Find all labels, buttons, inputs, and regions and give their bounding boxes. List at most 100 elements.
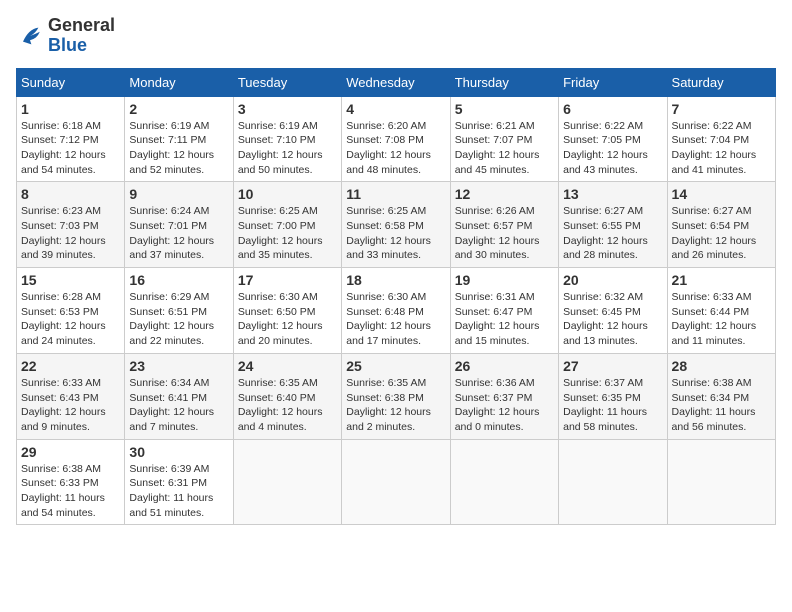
day-number: 13 xyxy=(563,186,662,202)
day-number: 22 xyxy=(21,358,120,374)
calendar-cell: 3 Sunrise: 6:19 AM Sunset: 7:10 PM Dayli… xyxy=(233,96,341,182)
day-info: Sunrise: 6:33 AM Sunset: 6:43 PM Dayligh… xyxy=(21,376,120,435)
calendar-cell: 23 Sunrise: 6:34 AM Sunset: 6:41 PM Dayl… xyxy=(125,353,233,439)
day-info: Sunrise: 6:33 AM Sunset: 6:44 PM Dayligh… xyxy=(672,290,771,349)
calendar-cell: 8 Sunrise: 6:23 AM Sunset: 7:03 PM Dayli… xyxy=(17,182,125,268)
day-info: Sunrise: 6:29 AM Sunset: 6:51 PM Dayligh… xyxy=(129,290,228,349)
calendar-cell xyxy=(667,439,775,525)
day-number: 20 xyxy=(563,272,662,288)
day-number: 26 xyxy=(455,358,554,374)
day-info: Sunrise: 6:34 AM Sunset: 6:41 PM Dayligh… xyxy=(129,376,228,435)
calendar-cell: 26 Sunrise: 6:36 AM Sunset: 6:37 PM Dayl… xyxy=(450,353,558,439)
day-info: Sunrise: 6:22 AM Sunset: 7:04 PM Dayligh… xyxy=(672,119,771,178)
day-info: Sunrise: 6:32 AM Sunset: 6:45 PM Dayligh… xyxy=(563,290,662,349)
calendar-cell: 1 Sunrise: 6:18 AM Sunset: 7:12 PM Dayli… xyxy=(17,96,125,182)
day-number: 2 xyxy=(129,101,228,117)
day-info: Sunrise: 6:38 AM Sunset: 6:34 PM Dayligh… xyxy=(672,376,771,435)
day-info: Sunrise: 6:18 AM Sunset: 7:12 PM Dayligh… xyxy=(21,119,120,178)
day-info: Sunrise: 6:30 AM Sunset: 6:50 PM Dayligh… xyxy=(238,290,337,349)
calendar-cell: 17 Sunrise: 6:30 AM Sunset: 6:50 PM Dayl… xyxy=(233,268,341,354)
calendar-cell: 27 Sunrise: 6:37 AM Sunset: 6:35 PM Dayl… xyxy=(559,353,667,439)
calendar-cell: 25 Sunrise: 6:35 AM Sunset: 6:38 PM Dayl… xyxy=(342,353,450,439)
day-info: Sunrise: 6:27 AM Sunset: 6:54 PM Dayligh… xyxy=(672,204,771,263)
day-info: Sunrise: 6:24 AM Sunset: 7:01 PM Dayligh… xyxy=(129,204,228,263)
calendar-cell: 16 Sunrise: 6:29 AM Sunset: 6:51 PM Dayl… xyxy=(125,268,233,354)
day-info: Sunrise: 6:35 AM Sunset: 6:40 PM Dayligh… xyxy=(238,376,337,435)
day-info: Sunrise: 6:26 AM Sunset: 6:57 PM Dayligh… xyxy=(455,204,554,263)
day-info: Sunrise: 6:38 AM Sunset: 6:33 PM Dayligh… xyxy=(21,462,120,521)
calendar-table: SundayMondayTuesdayWednesdayThursdayFrid… xyxy=(16,68,776,526)
day-number: 12 xyxy=(455,186,554,202)
day-number: 5 xyxy=(455,101,554,117)
calendar-cell: 24 Sunrise: 6:35 AM Sunset: 6:40 PM Dayl… xyxy=(233,353,341,439)
day-info: Sunrise: 6:25 AM Sunset: 6:58 PM Dayligh… xyxy=(346,204,445,263)
day-info: Sunrise: 6:21 AM Sunset: 7:07 PM Dayligh… xyxy=(455,119,554,178)
day-number: 29 xyxy=(21,444,120,460)
day-number: 18 xyxy=(346,272,445,288)
weekday-header-saturday: Saturday xyxy=(667,68,775,96)
weekday-header-wednesday: Wednesday xyxy=(342,68,450,96)
calendar-cell: 9 Sunrise: 6:24 AM Sunset: 7:01 PM Dayli… xyxy=(125,182,233,268)
calendar-cell: 2 Sunrise: 6:19 AM Sunset: 7:11 PM Dayli… xyxy=(125,96,233,182)
day-info: Sunrise: 6:19 AM Sunset: 7:10 PM Dayligh… xyxy=(238,119,337,178)
day-number: 9 xyxy=(129,186,228,202)
calendar-cell: 4 Sunrise: 6:20 AM Sunset: 7:08 PM Dayli… xyxy=(342,96,450,182)
weekday-header-tuesday: Tuesday xyxy=(233,68,341,96)
calendar-cell xyxy=(233,439,341,525)
calendar-cell: 15 Sunrise: 6:28 AM Sunset: 6:53 PM Dayl… xyxy=(17,268,125,354)
calendar-cell xyxy=(450,439,558,525)
calendar-cell: 10 Sunrise: 6:25 AM Sunset: 7:00 PM Dayl… xyxy=(233,182,341,268)
day-number: 15 xyxy=(21,272,120,288)
day-info: Sunrise: 6:31 AM Sunset: 6:47 PM Dayligh… xyxy=(455,290,554,349)
day-number: 3 xyxy=(238,101,337,117)
day-number: 1 xyxy=(21,101,120,117)
calendar-cell: 19 Sunrise: 6:31 AM Sunset: 6:47 PM Dayl… xyxy=(450,268,558,354)
day-number: 25 xyxy=(346,358,445,374)
day-number: 6 xyxy=(563,101,662,117)
day-number: 4 xyxy=(346,101,445,117)
day-number: 16 xyxy=(129,272,228,288)
calendar-cell: 22 Sunrise: 6:33 AM Sunset: 6:43 PM Dayl… xyxy=(17,353,125,439)
day-number: 10 xyxy=(238,186,337,202)
calendar-cell: 5 Sunrise: 6:21 AM Sunset: 7:07 PM Dayli… xyxy=(450,96,558,182)
page-header: General Blue xyxy=(16,16,776,56)
calendar-cell: 18 Sunrise: 6:30 AM Sunset: 6:48 PM Dayl… xyxy=(342,268,450,354)
calendar-cell: 28 Sunrise: 6:38 AM Sunset: 6:34 PM Dayl… xyxy=(667,353,775,439)
calendar-cell xyxy=(559,439,667,525)
calendar-cell: 30 Sunrise: 6:39 AM Sunset: 6:31 PM Dayl… xyxy=(125,439,233,525)
day-number: 19 xyxy=(455,272,554,288)
day-info: Sunrise: 6:19 AM Sunset: 7:11 PM Dayligh… xyxy=(129,119,228,178)
day-number: 30 xyxy=(129,444,228,460)
day-number: 21 xyxy=(672,272,771,288)
calendar-cell: 29 Sunrise: 6:38 AM Sunset: 6:33 PM Dayl… xyxy=(17,439,125,525)
weekday-header-sunday: Sunday xyxy=(17,68,125,96)
calendar-cell: 14 Sunrise: 6:27 AM Sunset: 6:54 PM Dayl… xyxy=(667,182,775,268)
weekday-header-friday: Friday xyxy=(559,68,667,96)
logo-text: General Blue xyxy=(48,16,115,56)
day-number: 7 xyxy=(672,101,771,117)
weekday-header-thursday: Thursday xyxy=(450,68,558,96)
day-number: 14 xyxy=(672,186,771,202)
calendar-cell: 6 Sunrise: 6:22 AM Sunset: 7:05 PM Dayli… xyxy=(559,96,667,182)
calendar-cell: 7 Sunrise: 6:22 AM Sunset: 7:04 PM Dayli… xyxy=(667,96,775,182)
day-info: Sunrise: 6:30 AM Sunset: 6:48 PM Dayligh… xyxy=(346,290,445,349)
day-number: 28 xyxy=(672,358,771,374)
day-number: 23 xyxy=(129,358,228,374)
calendar-cell xyxy=(342,439,450,525)
calendar-cell: 12 Sunrise: 6:26 AM Sunset: 6:57 PM Dayl… xyxy=(450,182,558,268)
calendar-cell: 11 Sunrise: 6:25 AM Sunset: 6:58 PM Dayl… xyxy=(342,182,450,268)
calendar-cell: 21 Sunrise: 6:33 AM Sunset: 6:44 PM Dayl… xyxy=(667,268,775,354)
day-info: Sunrise: 6:36 AM Sunset: 6:37 PM Dayligh… xyxy=(455,376,554,435)
day-number: 11 xyxy=(346,186,445,202)
day-number: 24 xyxy=(238,358,337,374)
day-info: Sunrise: 6:27 AM Sunset: 6:55 PM Dayligh… xyxy=(563,204,662,263)
day-info: Sunrise: 6:20 AM Sunset: 7:08 PM Dayligh… xyxy=(346,119,445,178)
day-info: Sunrise: 6:28 AM Sunset: 6:53 PM Dayligh… xyxy=(21,290,120,349)
logo: General Blue xyxy=(16,16,115,56)
day-info: Sunrise: 6:37 AM Sunset: 6:35 PM Dayligh… xyxy=(563,376,662,435)
day-info: Sunrise: 6:35 AM Sunset: 6:38 PM Dayligh… xyxy=(346,376,445,435)
weekday-header-monday: Monday xyxy=(125,68,233,96)
day-number: 27 xyxy=(563,358,662,374)
calendar-cell: 20 Sunrise: 6:32 AM Sunset: 6:45 PM Dayl… xyxy=(559,268,667,354)
day-info: Sunrise: 6:39 AM Sunset: 6:31 PM Dayligh… xyxy=(129,462,228,521)
